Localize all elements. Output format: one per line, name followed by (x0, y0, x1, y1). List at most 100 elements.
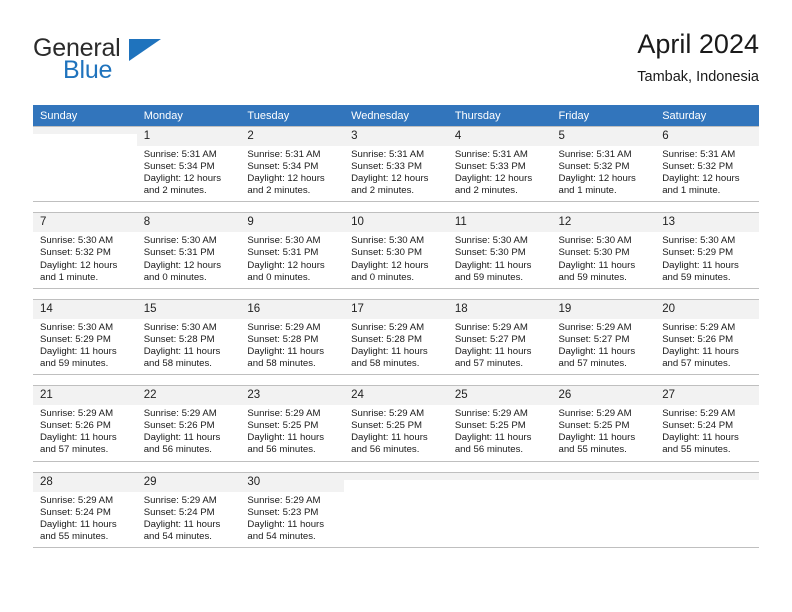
calendar-day-cell[interactable]: 30 Sunrise: 5:29 AM Sunset: 5:23 PM Dayligh… (240, 471, 345, 548)
day-number: 1 (136, 127, 241, 146)
day-number: 12 (551, 213, 656, 233)
calendar-day-cell[interactable]: 26 Sunrise: 5:29 AM Sunset: 5:25 PM Dayligh… (551, 385, 656, 462)
daylight-text: Daylight: 11 hours and 59 minutes. (40, 345, 117, 370)
calendar-day-cell[interactable]: 16 Sunrise: 5:29 AM Sunset: 5:28 PM Dayligh… (240, 298, 345, 376)
sunrise-text: Sunrise: 5:29 AM (454, 408, 528, 420)
sunset-text: Sunset: 5:32 PM (558, 161, 630, 173)
sunrise-text: Sunrise: 5:29 AM (662, 408, 736, 420)
sunrise-text: Sunrise: 5:30 AM (40, 235, 114, 247)
page-header: General Blue April 2024 Tambak, Indonesi… (33, 28, 759, 96)
sunset-text: Sunset: 5:32 PM (40, 247, 111, 259)
calendar-day-cell[interactable]: 25 Sunrise: 5:29 AM Sunset: 5:25 PM Dayligh… (447, 385, 552, 462)
day-number: 17 (344, 299, 448, 319)
day-number: 16 (240, 299, 345, 319)
daylight-text: Daylight: 11 hours and 56 minutes. (351, 432, 428, 456)
sunset-text: Sunset: 5:28 PM (247, 333, 319, 345)
daylight-text: Daylight: 12 hours and 1 minute. (662, 173, 740, 197)
calendar-row-spacer (33, 374, 759, 386)
daylight-text: Daylight: 11 hours and 57 minutes. (40, 432, 117, 456)
sunrise-text: Sunrise: 5:30 AM (40, 321, 114, 333)
day-sun-info: Sunrise: 5:29 AM Sunset: 5:26 PM Daylight:… (137, 405, 241, 460)
day-sun-info: Sunrise: 5:29 AM Sunset: 5:26 PM Daylight:… (33, 405, 137, 460)
sunset-text: Sunset: 5:32 PM (662, 161, 734, 173)
day-number: 2 (240, 127, 345, 146)
day-number: 27 (655, 386, 759, 406)
daylight-text: Daylight: 11 hours and 55 minutes. (558, 432, 636, 456)
calendar-row-spacer (33, 201, 759, 213)
day-number: 29 (136, 472, 241, 492)
calendar-day-cell[interactable]: 11 Sunrise: 5:30 AM Sunset: 5:30 PM Dayligh… (447, 212, 552, 289)
sunset-text: Sunset: 5:33 PM (454, 161, 526, 173)
sunset-text: Sunset: 5:25 PM (247, 420, 319, 432)
daylight-text: Daylight: 11 hours and 59 minutes. (662, 259, 739, 283)
sunrise-text: Sunrise: 5:31 AM (558, 149, 632, 160)
sunrise-text: Sunrise: 5:31 AM (454, 149, 528, 160)
calendar-day-cell[interactable]: 22 Sunrise: 5:29 AM Sunset: 5:26 PM Dayligh… (136, 385, 241, 462)
calendar-day-cell[interactable]: 12 Sunrise: 5:30 AM Sunset: 5:30 PM Dayligh… (551, 212, 656, 289)
calendar-day-cell[interactable]: 23 Sunrise: 5:29 AM Sunset: 5:25 PM Dayligh… (240, 385, 345, 462)
calendar-day-cell[interactable]: 2 Sunrise: 5:31 AM Sunset: 5:34 PM Daylight… (240, 125, 345, 203)
day-number: 15 (136, 299, 241, 319)
sunrise-text: Sunrise: 5:29 AM (558, 408, 632, 420)
calendar-day-cell[interactable]: 6 Sunrise: 5:31 AM Sunset: 5:32 PM Daylight… (655, 125, 759, 203)
weekday-header-sunday: Sunday (33, 105, 137, 127)
calendar-day-cell[interactable]: 3 Sunrise: 5:31 AM Sunset: 5:33 PM Daylight… (344, 125, 448, 203)
sunset-text: Sunset: 5:25 PM (351, 420, 423, 432)
calendar-day-cell[interactable]: 13 Sunrise: 5:30 AM Sunset: 5:29 PM Dayligh… (655, 212, 759, 289)
sunrise-text: Sunrise: 5:31 AM (247, 149, 321, 160)
calendar-day-cell[interactable]: 17 Sunrise: 5:29 AM Sunset: 5:28 PM Dayligh… (344, 298, 448, 376)
calendar-day-cell[interactable]: 14 Sunrise: 5:30 AM Sunset: 5:29 PM Dayligh… (33, 298, 137, 376)
calendar-day-cell[interactable]: 8 Sunrise: 5:30 AM Sunset: 5:31 PM Daylight… (136, 212, 241, 289)
sunrise-text: Sunrise: 5:29 AM (247, 408, 321, 420)
daylight-text: Daylight: 12 hours and 2 minutes. (351, 173, 429, 197)
daylight-text: Daylight: 12 hours and 0 minutes. (351, 259, 429, 283)
day-sun-info: Sunrise: 5:29 AM Sunset: 5:28 PM Daylight:… (240, 319, 344, 374)
day-sun-info: Sunrise: 5:29 AM Sunset: 5:25 PM Daylight:… (344, 405, 448, 460)
calendar-grid: Sunday Monday Tuesday Wednesday Thursday… (33, 105, 759, 548)
calendar-day-cell-empty (551, 471, 656, 548)
calendar-day-cell[interactable]: 20 Sunrise: 5:29 AM Sunset: 5:26 PM Dayligh… (655, 298, 759, 376)
day-sun-info: Sunrise: 5:29 AM Sunset: 5:28 PM Daylight:… (344, 319, 448, 374)
sunset-text: Sunset: 5:27 PM (454, 333, 526, 345)
calendar-row-spacer (33, 288, 759, 300)
calendar-day-cell[interactable]: 9 Sunrise: 5:30 AM Sunset: 5:31 PM Daylight… (240, 212, 345, 289)
sunrise-text: Sunrise: 5:30 AM (247, 235, 321, 247)
day-number: 4 (447, 127, 552, 146)
day-sun-info: Sunrise: 5:31 AM Sunset: 5:34 PM Daylight:… (137, 146, 241, 201)
calendar-day-cell[interactable]: 24 Sunrise: 5:29 AM Sunset: 5:25 PM Dayligh… (344, 385, 448, 462)
calendar-day-cell-empty (33, 125, 137, 203)
day-number: 26 (551, 386, 656, 406)
day-number: 23 (240, 386, 345, 406)
calendar-day-cell[interactable]: 5 Sunrise: 5:31 AM Sunset: 5:32 PM Daylight… (551, 125, 656, 203)
weekday-header-row: Sunday Monday Tuesday Wednesday Thursday… (33, 105, 759, 127)
sunrise-text: Sunrise: 5:30 AM (351, 235, 425, 247)
sunset-text: Sunset: 5:28 PM (143, 333, 215, 345)
sunset-text: Sunset: 5:30 PM (454, 247, 526, 259)
calendar-day-cell[interactable]: 4 Sunrise: 5:31 AM Sunset: 5:33 PM Daylight… (447, 125, 552, 203)
calendar-day-cell[interactable]: 19 Sunrise: 5:29 AM Sunset: 5:27 PM Dayligh… (551, 298, 656, 376)
calendar-day-cell[interactable]: 18 Sunrise: 5:29 AM Sunset: 5:27 PM Dayligh… (447, 298, 552, 376)
sunset-text: Sunset: 5:31 PM (247, 247, 319, 259)
day-number: 22 (136, 386, 241, 406)
day-sun-info: Sunrise: 5:30 AM Sunset: 5:28 PM Daylight:… (137, 319, 241, 374)
day-sun-info: Sunrise: 5:29 AM Sunset: 5:23 PM Daylight:… (240, 492, 344, 547)
day-number: 7 (33, 213, 137, 233)
calendar-day-cell[interactable]: 29 Sunrise: 5:29 AM Sunset: 5:24 PM Dayligh… (136, 471, 241, 548)
calendar-day-cell[interactable]: 28 Sunrise: 5:29 AM Sunset: 5:24 PM Dayligh… (33, 471, 137, 548)
daylight-text: Daylight: 11 hours and 58 minutes. (247, 345, 325, 370)
calendar-day-cell[interactable]: 1 Sunrise: 5:31 AM Sunset: 5:34 PM Daylight… (136, 125, 241, 203)
calendar-week-row: 1 Sunrise: 5:31 AM Sunset: 5:34 PM Daylight… (33, 125, 759, 203)
calendar-day-cell[interactable]: 15 Sunrise: 5:30 AM Sunset: 5:28 PM Dayligh… (136, 298, 241, 376)
sunrise-text: Sunrise: 5:30 AM (143, 235, 217, 247)
generalblue-logo[interactable]: General Blue (33, 34, 253, 92)
day-sun-info: Sunrise: 5:29 AM Sunset: 5:27 PM Daylight:… (552, 319, 656, 374)
weekday-header-tuesday: Tuesday (240, 105, 345, 127)
sunset-text: Sunset: 5:33 PM (351, 161, 423, 173)
sunset-text: Sunset: 5:25 PM (454, 420, 526, 432)
calendar-day-cell[interactable]: 27 Sunrise: 5:29 AM Sunset: 5:24 PM Dayligh… (655, 385, 759, 462)
calendar-day-cell[interactable]: 7 Sunrise: 5:30 AM Sunset: 5:32 PM Daylight… (33, 212, 137, 289)
day-sun-info: Sunrise: 5:31 AM Sunset: 5:33 PM Daylight:… (344, 146, 448, 201)
weekday-header-friday: Friday (551, 105, 656, 127)
calendar-day-cell[interactable]: 21 Sunrise: 5:29 AM Sunset: 5:26 PM Dayligh… (33, 385, 137, 462)
calendar-day-cell[interactable]: 10 Sunrise: 5:30 AM Sunset: 5:30 PM Dayligh… (344, 212, 448, 289)
